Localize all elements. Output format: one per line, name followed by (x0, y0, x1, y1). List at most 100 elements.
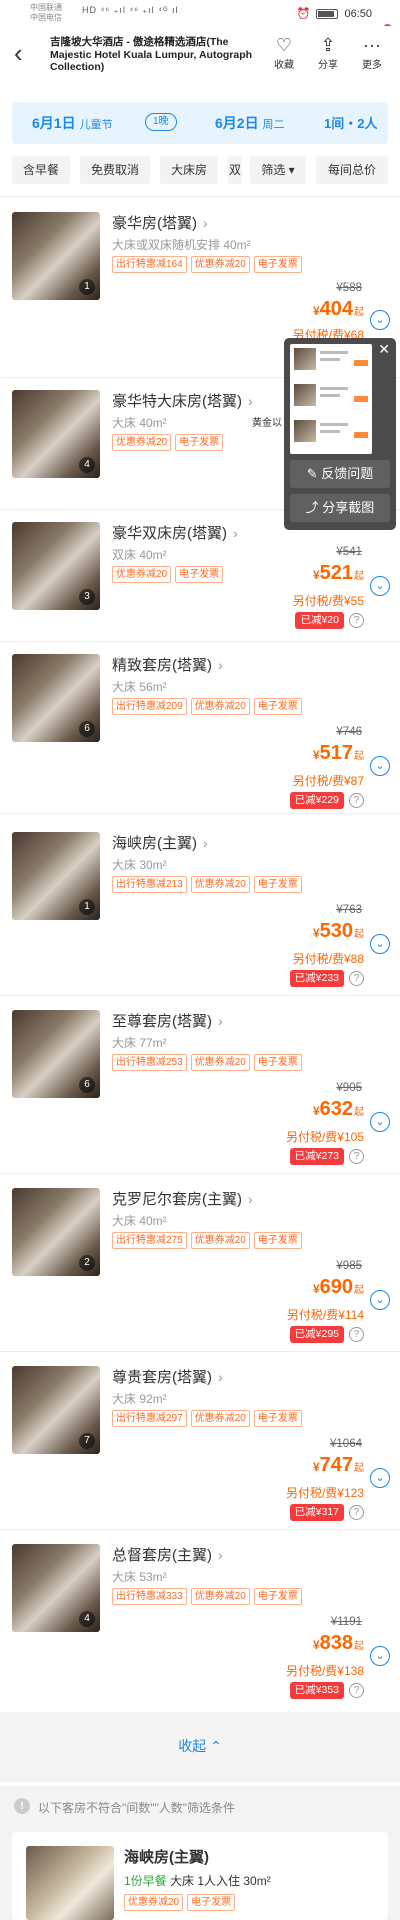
room-name[interactable]: 豪华房(塔翼) › (112, 212, 208, 233)
share-label: 分享 (318, 60, 338, 71)
room-desc: 大床 40m² (112, 1214, 167, 1228)
room-photo[interactable]: 4 (12, 1544, 100, 1632)
room-row[interactable]: 2 克罗尼尔套房(主翼) › 大床 40m² 出行特惠减275 优惠券减20 电子… (0, 1174, 400, 1352)
room-name[interactable]: 总督套房(主翼) › (112, 1544, 223, 1565)
room-row[interactable]: 6 精致套房(塔翼) › 大床 56m² 出行特惠减209 优惠券减20 电子发票… (0, 642, 400, 814)
filter-free-cancel[interactable]: 免费取消 (80, 156, 150, 184)
tag-special-offer: 出行特惠减297 (112, 1410, 187, 1427)
saved-badge: 已减¥233 (289, 970, 344, 987)
room-desc: 双床 40m² (112, 548, 167, 562)
original-price: ¥1191 (330, 1616, 362, 1628)
favorite-button[interactable]: ♡ 收藏 (266, 34, 302, 71)
room-desc: 大床或双床随机安排 40m² (112, 238, 251, 252)
help-icon[interactable]: ? (349, 1505, 364, 1520)
room-photo[interactable]: 4 (12, 390, 100, 478)
room-name[interactable]: 精致套房(塔翼) › (112, 654, 223, 675)
room-tags: 出行特惠减333 优惠券减20 电子发票 (112, 1588, 302, 1605)
room-photo[interactable]: 1 (12, 212, 100, 300)
tag-coupon: 优惠券减20 (124, 1894, 184, 1911)
share-screenshot-button[interactable]: ⤴ 分享截图 (290, 494, 390, 522)
room-row[interactable]: 7 尊贵套房(塔翼) › 大床 92m² 出行特惠减297 优惠券减20 电子发票… (0, 1352, 400, 1530)
checkin-date[interactable]: 6月1日 儿童节 (32, 113, 112, 133)
room-name[interactable]: 尊贵套房(塔翼) › (112, 1366, 223, 1387)
expand-chevron-icon[interactable]: ⌄ (370, 1646, 390, 1666)
back-arrow-icon[interactable]: ‹ (14, 40, 23, 66)
alarm-icon: ⏰ (296, 8, 311, 20)
rooms-guests[interactable]: 1间・2人 (324, 113, 377, 132)
tag-invoice: 电子发票 (175, 434, 224, 451)
room-photo[interactable]: 6 (12, 654, 100, 742)
expand-chevron-icon[interactable]: ⌄ (370, 1290, 390, 1310)
nights-badge: 1晚 (145, 113, 177, 131)
room-name[interactable]: 海峡房(主翼) › (112, 832, 208, 853)
filter-breakfast[interactable]: 含早餐 (12, 156, 70, 184)
saved-badge: 已减¥229 (289, 792, 344, 809)
room-photo[interactable] (26, 1846, 114, 1920)
clock: 06:50 (344, 7, 372, 20)
help-icon[interactable]: ? (349, 1149, 364, 1164)
room-desc: 大床 30m² (112, 858, 167, 872)
checkout-date[interactable]: 6月2日 周二 (215, 113, 284, 133)
expand-chevron-icon[interactable]: ⌄ (370, 576, 390, 596)
battery-icon (316, 8, 339, 19)
unmatched-room-card[interactable]: 海峡房(主翼) 1份早餐 大床 1人入住 30m² 优惠券减20 电子发票 (12, 1832, 388, 1920)
filter-more[interactable]: 筛选 ▾ (250, 156, 306, 184)
expand-chevron-icon[interactable]: ⌄ (370, 310, 390, 330)
saved-badge: 已减¥20 (295, 612, 344, 629)
filter-king-bed[interactable]: 大床房 (160, 156, 218, 184)
tag-invoice: 电子发票 (253, 1410, 302, 1427)
screenshot-preview[interactable] (290, 344, 372, 454)
room-photo[interactable]: 1 (12, 832, 100, 920)
room-row[interactable]: 1 海峡房(主翼) › 大床 30m² 出行特惠减213 优惠券减20 电子发票 … (0, 818, 400, 996)
photo-count: 1 (79, 279, 95, 295)
expand-chevron-icon[interactable]: ⌄ (370, 756, 390, 776)
room-photo[interactable]: 6 (12, 1010, 100, 1098)
expand-chevron-icon[interactable]: ⌄ (370, 1112, 390, 1132)
header: ‹ 吉隆坡大华酒店 - 傲途格精选酒店(The Majestic Hotel K… (0, 26, 400, 84)
tag-coupon: 优惠券减20 (112, 566, 172, 583)
screenshot-popup: ✕ ✎ 反馈问题 ⤴ 分享截图 (284, 338, 396, 530)
help-icon[interactable]: ? (349, 971, 364, 986)
tag-special-offer: 出行特惠减164 (112, 256, 187, 273)
room-name[interactable]: 至尊套房(塔翼) › (112, 1010, 223, 1031)
collapse-button[interactable]: 收起 ⌃ (0, 1736, 400, 1756)
tag-coupon: 优惠券减20 (190, 256, 250, 273)
tag-coupon: 优惠券减20 (190, 698, 250, 715)
close-icon[interactable]: ✕ (378, 341, 390, 358)
original-price: ¥746 (336, 726, 362, 738)
room-row[interactable]: 6 至尊套房(塔翼) › 大床 77m² 出行特惠减253 优惠券减20 电子发票… (0, 996, 400, 1174)
date-selector[interactable]: 6月1日 儿童节 1晚 6月2日 周二 1间・2人 (12, 102, 388, 144)
room-name[interactable]: 克罗尼尔套房(主翼) › (112, 1188, 253, 1209)
expand-chevron-icon[interactable]: ⌄ (370, 1468, 390, 1488)
room-photo[interactable]: 3 (12, 522, 100, 610)
share-button[interactable]: ⇪ 分享 (310, 34, 346, 71)
filter-notice: ! 以下客房不符合"间数""人数"筛选条件 (0, 1786, 400, 1826)
help-icon[interactable]: ? (349, 1327, 364, 1342)
photo-count: 2 (79, 1255, 95, 1271)
chevron-right-icon: › (218, 1547, 223, 1563)
more-button[interactable]: ··· 更多 (354, 34, 390, 71)
tax-note: 另付税/费¥123 (285, 1486, 364, 1500)
tag-invoice: 电子发票 (253, 876, 302, 893)
expand-chevron-icon[interactable]: ⌄ (370, 934, 390, 954)
carrier-1: 中国联通 (30, 3, 62, 12)
help-icon[interactable]: ? (349, 613, 364, 628)
original-price: ¥1064 (330, 1438, 362, 1450)
filter-twin-bed[interactable]: 双 (228, 156, 242, 184)
room-price: ¥690起 (312, 1276, 364, 1298)
original-price: ¥905 (336, 1082, 362, 1094)
filter-total-price[interactable]: 每间总价 (316, 156, 388, 184)
room-name[interactable]: 豪华特大床房(塔翼) › (112, 390, 253, 411)
tag-special-offer: 出行特惠减253 (112, 1054, 187, 1071)
help-icon[interactable]: ? (349, 1683, 364, 1698)
room-tags: 优惠券减20 电子发票 (112, 566, 224, 583)
room-photo[interactable]: 2 (12, 1188, 100, 1276)
tag-special-offer: 出行特惠减275 (112, 1232, 187, 1249)
room-desc: 大床 92m² (112, 1392, 167, 1406)
room-name[interactable]: 豪华双床房(塔翼) › (112, 522, 238, 543)
room-photo[interactable]: 7 (12, 1366, 100, 1454)
feedback-button[interactable]: ✎ 反馈问题 (290, 460, 390, 488)
divider (0, 196, 400, 197)
help-icon[interactable]: ? (349, 793, 364, 808)
room-row[interactable]: 4 总督套房(主翼) › 大床 53m² 出行特惠减333 优惠券减20 电子发票… (0, 1530, 400, 1712)
